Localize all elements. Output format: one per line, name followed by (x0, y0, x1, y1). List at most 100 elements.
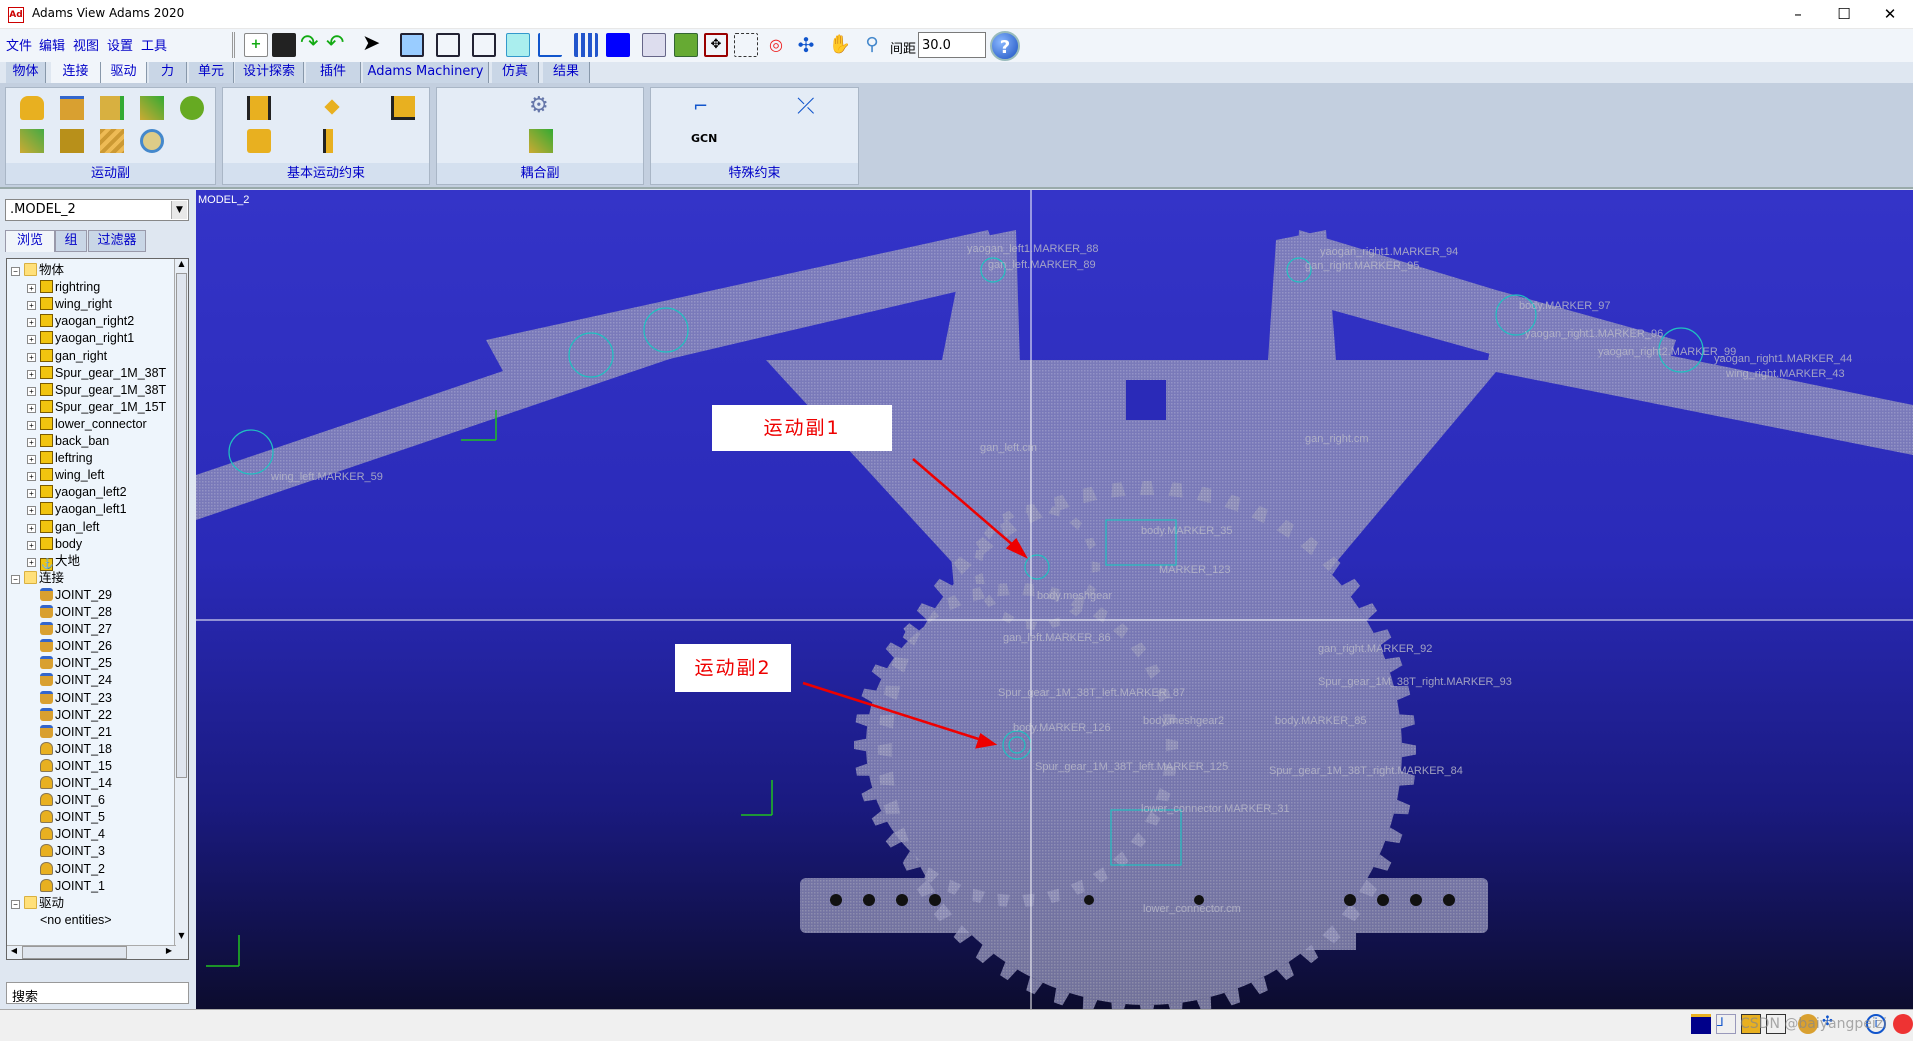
menu-edit[interactable]: 编辑 (39, 35, 65, 54)
new-file-icon[interactable]: + (244, 33, 268, 57)
tree-item-joint[interactable]: JOINT_5 (40, 809, 105, 826)
menu-file[interactable]: 文件 (6, 35, 32, 54)
center-icon[interactable]: ◎ (764, 33, 788, 57)
marker-label[interactable]: Spur_gear_1M_38T_right.MARKER_84 (1269, 765, 1463, 777)
pan-hand-icon[interactable]: ✋ (828, 33, 852, 57)
collapse-icon[interactable]: − (11, 267, 20, 276)
expand-icon[interactable]: + (27, 420, 36, 430)
tree-item-joint[interactable]: JOINT_24 (40, 672, 112, 689)
zoom-icon[interactable]: ⚲ (860, 33, 884, 57)
tree-item-body[interactable]: + Spur_gear_1M_38T (27, 365, 166, 382)
maximize-button[interactable]: ☐ (1821, 0, 1867, 29)
triad-icon[interactable] (538, 33, 562, 57)
tree-item-joint[interactable]: JOINT_28 (40, 604, 112, 621)
expand-icon[interactable]: + (27, 557, 36, 567)
tree-folder-bodies[interactable]: − 物体 (11, 262, 64, 279)
rotate-icon[interactable]: ✣ (794, 33, 818, 57)
marker-label[interactable]: gan_right.MARKER_95 (1305, 260, 1419, 272)
inline-icon[interactable] (324, 99, 340, 115)
universal-joint-icon[interactable] (140, 129, 164, 153)
marker-label[interactable]: body.MARKER_97 (1519, 300, 1611, 312)
view-iso-icon[interactable] (506, 33, 530, 57)
tree-item-body[interactable]: + rightring (27, 279, 100, 296)
tree-item-body[interactable]: + back_ban (27, 433, 109, 450)
inplane-icon[interactable] (247, 129, 271, 153)
point-curve-icon[interactable]: ⌐ (693, 96, 717, 120)
tree-item-body[interactable]: + Spur_gear_1M_38T (27, 382, 166, 399)
tree-item-body[interactable]: + yaogan_right1 (27, 330, 134, 347)
expand-icon[interactable]: + (27, 523, 36, 533)
tree-item-joint[interactable]: JOINT_6 (40, 792, 105, 809)
tab-forces[interactable]: 力 (149, 62, 187, 83)
tree-item-body[interactable]: + yaogan_left2 (27, 484, 127, 501)
tree-item-joint[interactable]: JOINT_27 (40, 621, 112, 638)
translational-joint-icon[interactable] (100, 96, 124, 120)
render-mode-icon[interactable] (574, 33, 598, 57)
tree-item-body[interactable]: + body (27, 536, 82, 553)
spacing-input[interactable] (918, 32, 986, 58)
expand-icon[interactable]: + (27, 506, 36, 516)
tree-vertical-scrollbar[interactable]: ▲ ▼ (174, 259, 188, 959)
tab-browse[interactable]: 浏览 (5, 230, 55, 252)
tab-plugins[interactable]: 插件 (306, 62, 361, 83)
gcn-button[interactable]: GCN (691, 132, 721, 156)
expand-icon[interactable]: + (27, 403, 36, 413)
tree-item-joint[interactable]: JOINT_3 (40, 843, 105, 860)
marker-label[interactable]: body.MARKER_126 (1013, 722, 1111, 734)
collapse-icon[interactable]: − (11, 574, 20, 584)
background-color-icon[interactable] (1691, 1014, 1711, 1034)
tree-item-joint[interactable]: JOINT_21 (40, 724, 112, 741)
marker-label[interactable]: gan_left.cm (980, 442, 1037, 454)
3d-viewport[interactable]: MODEL_2 yaogan_left1.MARKER_88 gan_left.M… (196, 190, 1913, 1009)
tab-bodies[interactable]: 物体 (6, 62, 46, 83)
menu-view[interactable]: 视图 (73, 35, 99, 54)
tree-item-joint[interactable]: JOINT_18 (40, 741, 112, 758)
redo-icon[interactable]: ↷ (300, 33, 324, 57)
chevron-down-icon[interactable]: ▼ (171, 201, 187, 219)
marker-label[interactable]: Spur_gear_1M_38T_left.MARKER_87 (998, 687, 1185, 699)
tree-item-joint[interactable]: JOINT_23 (40, 690, 112, 707)
marker-label[interactable]: Spur_gear_1M_38T_left.MARKER_125 (1035, 761, 1228, 773)
expand-icon[interactable]: + (27, 284, 36, 294)
marker-label[interactable]: body.MARKER_35 (1141, 525, 1233, 537)
tab-results[interactable]: 结果 (543, 62, 590, 83)
model-select[interactable]: .MODEL_2 ▼ (5, 199, 189, 221)
tree-item-body[interactable]: + yaogan_right2 (27, 313, 134, 330)
expand-icon[interactable]: + (27, 455, 36, 465)
select-arrow-icon[interactable]: ➤ (362, 33, 386, 57)
collapse-icon[interactable]: − (11, 899, 20, 909)
scroll-up-icon[interactable]: ▲ (175, 259, 188, 273)
tab-simulation[interactable]: 仿真 (492, 62, 539, 83)
screw-joint-icon[interactable] (100, 129, 124, 153)
expand-icon[interactable]: + (27, 352, 36, 362)
tab-design-exploration[interactable]: 设计探索 (235, 62, 304, 83)
marker-label[interactable]: gan_right.cm (1305, 433, 1369, 445)
view-front-icon[interactable] (400, 33, 424, 57)
tree-item-joint[interactable]: JOINT_1 (40, 878, 105, 895)
revolute-joint-icon[interactable] (60, 96, 84, 120)
scroll-left-icon[interactable]: ◀ (7, 946, 21, 955)
marker-label[interactable]: body.meshgear2 (1143, 715, 1224, 727)
tree-item-body[interactable]: + yaogan_left1 (27, 501, 127, 518)
expand-icon[interactable]: + (27, 335, 36, 345)
marker-label[interactable]: body.MARKER_85 (1275, 715, 1367, 727)
marker-label[interactable]: MARKER_123 (1159, 564, 1231, 576)
marker-label[interactable]: wing_left.MARKER_59 (271, 471, 383, 483)
close-button[interactable]: ✕ (1867, 0, 1913, 29)
view-options-icon[interactable] (642, 33, 666, 57)
tree-item-body[interactable]: + ⚓ 大地 (27, 553, 80, 571)
triad-toggle-icon[interactable]: ⅃ (1716, 1014, 1736, 1034)
parallel-axes-icon[interactable] (247, 96, 271, 120)
tree-item-joint[interactable]: JOINT_26 (40, 638, 112, 655)
constant-velocity-joint-icon[interactable] (60, 129, 84, 153)
save-icon[interactable] (272, 33, 296, 57)
expand-icon[interactable]: + (27, 438, 36, 447)
expand-icon[interactable]: + (27, 301, 36, 311)
scroll-down-icon[interactable]: ▼ (175, 931, 188, 945)
tree-item-body[interactable]: + Spur_gear_1M_15T (27, 399, 166, 416)
fit-icon[interactable] (674, 33, 698, 57)
tree-item-body[interactable]: + gan_right (27, 348, 107, 365)
tree-item-joint[interactable]: JOINT_14 (40, 775, 112, 792)
marker-label[interactable]: yaogan_right1.MARKER_96 (1525, 328, 1663, 340)
scroll-right-icon[interactable]: ▶ (162, 946, 176, 955)
